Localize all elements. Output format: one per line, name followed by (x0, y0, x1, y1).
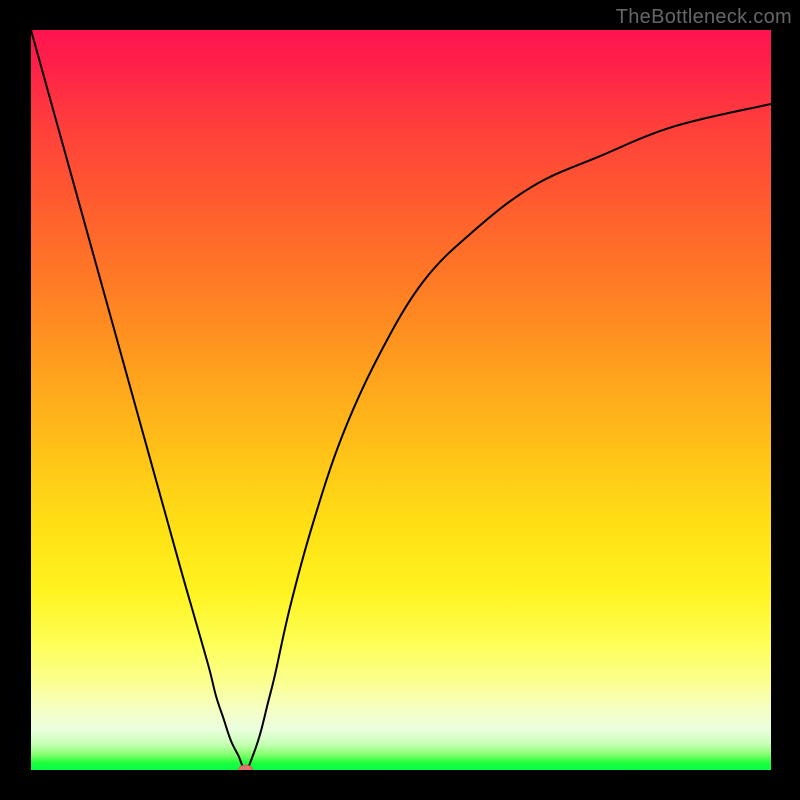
watermark-text: TheBottleneck.com (616, 6, 792, 29)
curve-layer (31, 30, 771, 770)
plot-area (31, 30, 771, 770)
bottleneck-curve (31, 30, 771, 770)
chart-canvas: TheBottleneck.com (0, 0, 800, 800)
optimum-marker (239, 765, 253, 770)
